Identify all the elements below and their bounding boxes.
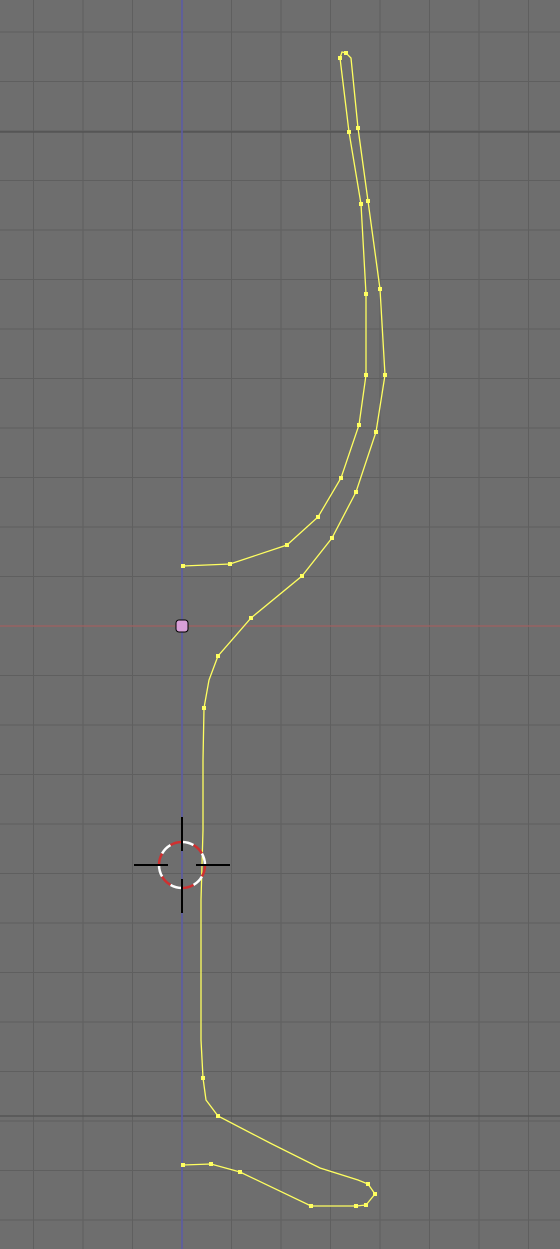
vertex-dot: [181, 1163, 185, 1167]
vertex-dot: [238, 1170, 242, 1174]
vertex-dot: [364, 1203, 368, 1207]
cursor-ring-segment: [160, 843, 172, 855]
object-origin-dot: [175, 619, 189, 633]
viewport-canvas[interactable]: [0, 0, 560, 1249]
3d-viewport[interactable]: [0, 0, 560, 1249]
vertex-dot: [285, 543, 289, 547]
vertex-dot: [374, 430, 378, 434]
vertex-dot: [339, 476, 343, 480]
cursor-ring-segment: [157, 864, 164, 878]
cursor-ring-segment: [192, 875, 204, 887]
vertex-dot: [373, 1192, 377, 1196]
cursor-ring-segment: [181, 883, 195, 890]
vertex-dot: [309, 1204, 313, 1208]
vertex-dot: [366, 1182, 370, 1186]
cursor-ring-segment: [160, 875, 172, 887]
vertex-dot: [338, 56, 342, 60]
vertex-dot: [300, 574, 304, 578]
cursor-ring-segment: [169, 883, 183, 890]
vertex-dot: [378, 287, 382, 291]
vertex-dot: [181, 564, 185, 568]
vertex-dot: [364, 292, 368, 296]
vertex-dot: [344, 51, 348, 55]
viewport-grid: [0, 0, 560, 1249]
vertex-dot: [347, 130, 351, 134]
cursor-ring-segment: [169, 840, 183, 847]
profile-curve[interactable]: [182, 51, 386, 1207]
vertex-dot: [366, 199, 370, 203]
vertex-dot: [249, 616, 253, 620]
vertex-dot: [228, 562, 232, 566]
vertex-dot: [316, 515, 320, 519]
vertex-dot: [209, 1162, 213, 1166]
vertex-dot: [364, 373, 368, 377]
vertex-dot: [354, 490, 358, 494]
vertex-dot: [201, 1076, 205, 1080]
cursor-ring-segment: [157, 852, 164, 866]
vertex-dot: [202, 706, 206, 710]
vertex-dot: [216, 1114, 220, 1118]
vertex-dot: [359, 202, 363, 206]
vertex-dot: [383, 373, 387, 377]
vertex-dot: [356, 126, 360, 130]
cursor-ring-segment: [192, 843, 204, 855]
cursor-ring-segment: [181, 840, 195, 847]
curve-vertices[interactable]: [181, 51, 387, 1208]
vertex-dot: [216, 654, 220, 658]
vertex-dot: [330, 536, 334, 540]
vertex-dot: [357, 423, 361, 427]
vertex-dot: [354, 1204, 358, 1208]
